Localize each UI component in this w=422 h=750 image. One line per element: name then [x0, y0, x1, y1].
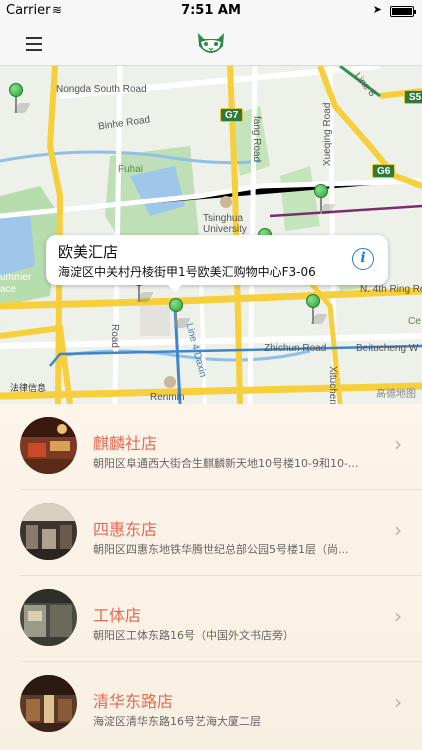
- map-label: Fuhai: [118, 164, 144, 175]
- status-bar: Carrier ≋ 7:51 AM ➤: [0, 0, 422, 22]
- store-address: 朝阳区四惠东地铁华腾世纪总部公园5号楼1层（尚...: [93, 543, 349, 556]
- map-label: Renmin: [150, 392, 185, 403]
- store-name: 四惠东店: [93, 520, 158, 539]
- store-name: 麒麟社店: [93, 434, 158, 453]
- store-list: 麒麟社店 朝阳区阜通西大街合生麒麟新天地10号楼10-9和10-... › 四惠…: [0, 404, 422, 750]
- highway-shield-g6: G6: [372, 164, 396, 178]
- chevron-right-icon: ›: [394, 432, 402, 456]
- callout-address: 海淀区中关村丹棱街甲1号欧美汇购物中心F3-06: [58, 265, 316, 279]
- list-item[interactable]: 清华东路店 海淀区清华东路16号艺海大厦二层 ›: [0, 662, 422, 748]
- map-label: Ce: [408, 316, 421, 327]
- map-label: ace: [0, 284, 17, 295]
- store-pin[interactable]: [314, 184, 336, 214]
- map-label: Road: [109, 324, 120, 348]
- map-label: ummer: [0, 272, 32, 283]
- chevron-right-icon: ›: [394, 690, 402, 714]
- store-address: 朝阳区阜通西大街合生麒麟新天地10号楼10-9和10-...: [93, 457, 359, 470]
- map-label: Beitucheng W: [356, 343, 419, 354]
- highway-shield-g7: G7: [220, 108, 244, 122]
- legal-info-link[interactable]: 法律信息: [10, 381, 46, 394]
- info-icon[interactable]: i: [352, 248, 374, 270]
- callout-title: 欧美汇店: [58, 243, 119, 261]
- store-photo: [20, 675, 77, 732]
- chevron-right-icon: ›: [394, 604, 402, 628]
- map-label: fang Road: [251, 116, 262, 163]
- store-pin[interactable]: [9, 83, 31, 113]
- store-pin[interactable]: [306, 294, 328, 324]
- store-photo: [20, 417, 77, 474]
- store-name: 工体店: [93, 606, 142, 625]
- hamburger-menu-icon[interactable]: [26, 37, 42, 51]
- map-label: N. 4th Ring Ro: [360, 284, 422, 295]
- location-arrow-icon: ➤: [372, 3, 382, 16]
- store-map[interactable]: Nongda South Road Binhe Road Fuhai Tsing…: [0, 66, 422, 404]
- store-address: 朝阳区工体东路16号（中国外文书店旁）: [93, 629, 294, 642]
- map-label: Xueqing Road: [322, 102, 333, 166]
- map-label: Nongda South Road: [56, 84, 147, 95]
- map-label: Zhichun Road: [264, 343, 327, 354]
- clock: 7:51 AM: [181, 3, 241, 18]
- list-item[interactable]: 麒麟社店 朝阳区阜通西大街合生麒麟新天地10号楼10-9和10-... ›: [0, 404, 422, 490]
- highway-shield-s5: S5: [404, 90, 422, 104]
- store-pin-selected[interactable]: [169, 298, 191, 328]
- map-label: Xitucheng: [327, 366, 338, 404]
- store-address: 海淀区清华东路16号艺海大厦二层: [93, 715, 261, 728]
- store-name: 清华东路店: [93, 692, 174, 711]
- store-photo: [20, 503, 77, 560]
- map-label: Tsinghua: [203, 213, 244, 224]
- map-label: University: [203, 224, 247, 235]
- map-provider-logo: 高德地图: [376, 389, 416, 400]
- battery-icon: [390, 6, 416, 17]
- list-item[interactable]: 四惠东店 朝阳区四惠东地铁华腾世纪总部公园5号楼1层（尚... ›: [0, 490, 422, 576]
- chevron-right-icon: ›: [394, 518, 402, 542]
- list-item[interactable]: 工体店 朝阳区工体东路16号（中国外文书店旁） ›: [0, 576, 422, 662]
- store-callout[interactable]: 欧美汇店 海淀区中关村丹棱街甲1号欧美汇购物中心F3-06 i: [46, 235, 388, 292]
- cat-logo: [198, 33, 224, 53]
- store-photo: [20, 589, 77, 646]
- nav-bar: [0, 22, 422, 66]
